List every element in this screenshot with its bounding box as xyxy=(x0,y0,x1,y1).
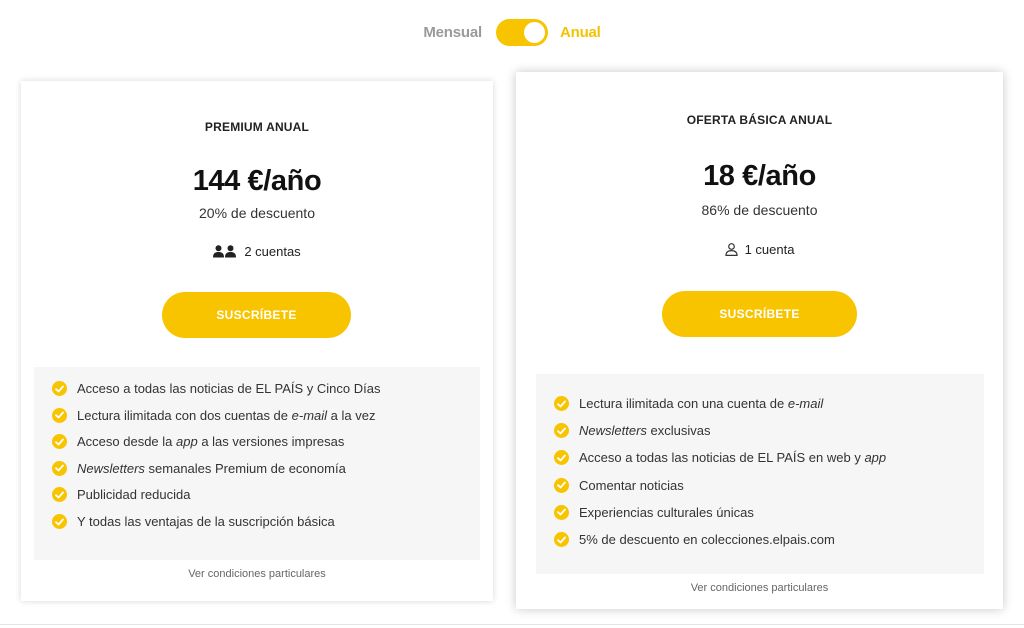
feature-item: 5% de descuento en colecciones.elpais.co… xyxy=(554,532,835,547)
feature-text-segment: a las versiones impresas xyxy=(197,434,345,450)
feature-text-segment: Comentar noticias xyxy=(579,477,684,493)
feature-item: Acceso a todas las noticias de EL PAÍS y… xyxy=(52,381,380,396)
check-icon xyxy=(52,487,67,503)
feature-text-segment: Acceso a todas las noticias de EL PAÍS e… xyxy=(579,450,865,466)
check-icon xyxy=(52,407,67,423)
feature-list: Acceso a todas las noticias de EL PAÍS y… xyxy=(34,367,480,560)
conditions-link[interactable]: Ver condiciones particulares xyxy=(516,582,1003,594)
feature-text-italic: e-mail xyxy=(787,396,824,411)
feature-item: Newsletters semanales Premium de economí… xyxy=(52,460,346,476)
plan-price: 18 €/año xyxy=(703,160,816,192)
check-icon xyxy=(554,504,569,520)
feature-text-segment: Lectura ilimitada con una cuenta de xyxy=(579,396,788,411)
plan-name: PREMIUM ANUAL xyxy=(204,120,310,134)
monthly-label[interactable]: Mensual xyxy=(423,24,482,41)
feature-item: Acceso desde la app a las versiones impr… xyxy=(52,434,344,450)
feature-text-segment: Experiencias culturales únicas xyxy=(579,504,754,520)
accounts-label: 1 cuenta xyxy=(744,242,795,257)
feature-list: Lectura ilimitada con una cuenta de e-ma… xyxy=(536,374,984,574)
check-icon xyxy=(52,514,67,529)
plan-discount: 86% de descuento xyxy=(701,202,818,218)
plan-card-premium: PREMIUM ANUAL 144 €/año 20% de descuento… xyxy=(21,81,493,601)
feature-item: Lectura ilimitada con una cuenta de e-ma… xyxy=(554,396,823,411)
feature-text: Acceso a todas las noticias de EL PAÍS y… xyxy=(77,381,380,396)
feature-text: 5% de descuento en colecciones.elpais.co… xyxy=(579,532,835,547)
feature-item: Lectura ilimitada con dos cuentas de e-m… xyxy=(52,407,375,423)
feature-text: Publicidad reducida xyxy=(77,487,190,502)
feature-text-italic: app xyxy=(864,450,887,466)
feature-item: Publicidad reducida xyxy=(52,487,190,503)
feature-text-segment: Publicidad reducida xyxy=(77,487,191,503)
feature-text: Newsletters semanales Premium de economí… xyxy=(77,461,346,476)
check-icon xyxy=(554,396,569,411)
feature-item: Y todas las ventajas de la suscripción b… xyxy=(52,514,335,529)
feature-text-segment: a la vez xyxy=(327,407,376,423)
feature-text: Lectura ilimitada con una cuenta de e-ma… xyxy=(579,396,823,411)
check-icon xyxy=(52,381,67,396)
feature-text-segment: Lectura ilimitada con dos cuentas de xyxy=(77,407,292,423)
plan-price: 144 €/año xyxy=(192,165,322,197)
feature-item: Newsletters exclusivas xyxy=(554,423,711,439)
two-users-icon xyxy=(213,245,237,258)
billing-period-switch[interactable] xyxy=(495,18,548,46)
feature-text-italic: Newsletters xyxy=(579,423,647,439)
check-icon xyxy=(554,423,569,439)
feature-text-segment: Acceso a todas las noticias de EL PAÍS y… xyxy=(77,381,381,396)
plan-accounts: 2 cuentas xyxy=(21,244,493,259)
feature-item: Experiencias culturales únicas xyxy=(554,504,754,520)
feature-text-segment: 5% de descuento en colecciones.elpais.co… xyxy=(579,532,835,547)
check-icon xyxy=(554,532,569,547)
subscribe-button-basic[interactable]: SUSCRÍBETE xyxy=(662,291,857,337)
feature-text-italic: Newsletters xyxy=(77,460,145,476)
feature-item: Acceso a todas las noticias de EL PAÍS e… xyxy=(554,450,886,466)
feature-text: Lectura ilimitada con dos cuentas de e-m… xyxy=(77,408,375,423)
billing-toggle: Mensual Anual xyxy=(0,14,1024,50)
user-icon xyxy=(724,243,738,256)
accounts-label: 2 cuentas xyxy=(244,244,301,259)
subscribe-button-premium[interactable]: SUSCRÍBETE xyxy=(162,292,351,338)
check-icon xyxy=(554,477,569,493)
plan-card-basic: OFERTA BÁSICA ANUAL 18 €/año 86% de desc… xyxy=(516,72,1003,609)
feature-text: Acceso a todas las noticias de EL PAÍS e… xyxy=(579,450,886,465)
plan-discount: 20% de descuento xyxy=(199,205,315,221)
feature-text-italic: e-mail xyxy=(291,407,328,423)
feature-text: Experiencias culturales únicas xyxy=(579,505,754,520)
check-icon xyxy=(52,460,67,476)
switch-knob xyxy=(523,21,545,43)
feature-text: Newsletters exclusivas xyxy=(579,423,711,438)
feature-text: Comentar noticias xyxy=(579,478,684,493)
plan-accounts: 1 cuenta xyxy=(516,242,1003,257)
feature-text: Acceso desde la app a las versiones impr… xyxy=(77,434,344,449)
annual-label[interactable]: Anual xyxy=(560,24,601,41)
divider xyxy=(0,624,1024,625)
feature-text-segment: semanales Premium de economía xyxy=(144,460,346,476)
feature-text-segment: Acceso desde la xyxy=(77,434,177,450)
check-icon xyxy=(52,434,67,450)
feature-text-italic: app xyxy=(176,434,198,450)
feature-text: Y todas las ventajas de la suscripción b… xyxy=(77,514,335,529)
plan-name: OFERTA BÁSICA ANUAL xyxy=(686,113,833,127)
conditions-link[interactable]: Ver condiciones particulares xyxy=(21,568,493,580)
feature-text-segment: Y todas las ventajas de la suscripción b… xyxy=(77,514,335,529)
check-icon xyxy=(554,450,569,466)
feature-item: Comentar noticias xyxy=(554,477,684,493)
feature-text-segment: exclusivas xyxy=(646,423,711,439)
